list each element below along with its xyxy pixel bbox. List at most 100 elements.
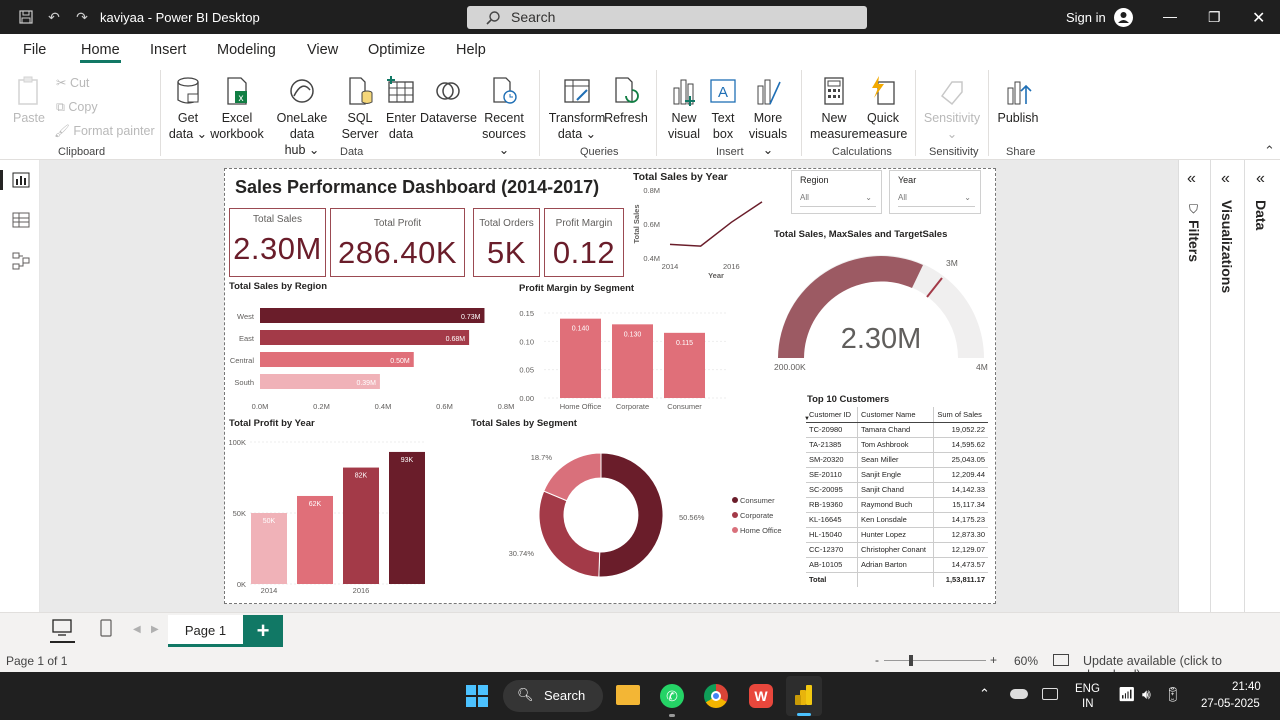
- volume-icon[interactable]: 🔊︎: [1142, 686, 1151, 703]
- year-slicer[interactable]: Year All ⌄: [889, 170, 981, 214]
- sales-gauge[interactable]: 2.30M 200.00K 4M 3M: [770, 242, 995, 377]
- sales-by-region-bar-chart[interactable]: West 0.73M East 0.68M Central 0.50M South 0.39M…: [226, 296, 516, 412]
- menu-insert[interactable]: Insert: [150, 42, 186, 58]
- quick-measure-button[interactable]: Quick measure: [858, 76, 908, 142]
- kpi-profit-margin[interactable]: Profit Margin 0.12: [544, 208, 624, 277]
- table-row[interactable]: SM-20320 Sean Miller 25,043.05: [806, 452, 988, 468]
- keyboard-icon[interactable]: [1042, 688, 1058, 700]
- table-row[interactable]: TA-21385 Tom Ashbrook 14,595.62: [806, 437, 988, 453]
- new-visual-button[interactable]: New visual: [664, 76, 704, 142]
- customers-table[interactable]: Customer ID Customer Name Sum of Sales T…: [806, 407, 988, 587]
- get-data-button[interactable]: Get data ⌄: [168, 76, 208, 142]
- table-row[interactable]: SC-20095 Sanjit Chand 14,142.33: [806, 482, 988, 498]
- next-page-icon[interactable]: ▶: [151, 624, 159, 635]
- text-box-button[interactable]: A Text box: [704, 76, 742, 142]
- fit-to-page-icon[interactable]: [1053, 654, 1069, 666]
- dataverse-button[interactable]: Dataverse: [420, 76, 477, 126]
- account-icon[interactable]: [1114, 8, 1133, 27]
- menu-help[interactable]: Help: [456, 42, 486, 58]
- menu-optimize[interactable]: Optimize: [368, 42, 425, 58]
- save-icon[interactable]: [18, 9, 34, 25]
- excel-workbook-button[interactable]: x Excel workbook: [208, 76, 266, 142]
- region-slicer[interactable]: Region All ⌄: [791, 170, 882, 214]
- clock-time[interactable]: 21:40: [1232, 681, 1261, 693]
- expand-filters-icon[interactable]: «: [1187, 170, 1196, 188]
- zoom-out-button[interactable]: -: [875, 653, 879, 667]
- kpi-total-sales[interactable]: Total Sales 2.30M: [229, 208, 326, 277]
- zoom-slider[interactable]: [884, 660, 986, 661]
- year-dropdown[interactable]: All ⌄: [898, 191, 975, 207]
- copy-button[interactable]: ⧉ Copy: [56, 99, 98, 115]
- region-dropdown[interactable]: All ⌄: [800, 191, 876, 207]
- transform-data-button[interactable]: Transform data ⌄: [548, 76, 606, 142]
- menu-view[interactable]: View: [307, 42, 338, 58]
- page-tab-1[interactable]: Page 1: [168, 615, 243, 647]
- mobile-layout-icon[interactable]: [100, 619, 112, 637]
- sort-desc-icon[interactable]: ▼: [804, 416, 810, 422]
- taskbar-search[interactable]: 🔍︎ Search: [503, 680, 603, 712]
- wps-office-icon[interactable]: W: [749, 684, 773, 708]
- format-painter-button[interactable]: 🖌 Format painter: [54, 123, 155, 139]
- sales-by-segment-donut[interactable]: 50.56% Consumer 30.74% Corporate 18.7% Home O…: [500, 440, 800, 590]
- new-measure-button[interactable]: New measure: [810, 76, 859, 142]
- table-row[interactable]: RB-19360 Raymond Buch 15,117.34: [806, 497, 988, 513]
- cut-button[interactable]: ✂ Cut: [56, 75, 89, 91]
- zoom-in-button[interactable]: +: [990, 653, 997, 667]
- desktop-layout-icon[interactable]: [52, 619, 72, 637]
- column-header-sum-of-sales[interactable]: Sum of Sales: [933, 407, 988, 423]
- visualizations-pane-tab[interactable]: Visualizations: [1219, 200, 1235, 293]
- table-row[interactable]: HL-15040 Hunter Lopez 12,873.30: [806, 527, 988, 543]
- refresh-button[interactable]: Refresh: [604, 76, 648, 126]
- expand-visualizations-icon[interactable]: «: [1221, 170, 1230, 188]
- whatsapp-icon[interactable]: ✆: [660, 684, 684, 708]
- sql-server-button[interactable]: SQL Server: [340, 76, 380, 142]
- language-code[interactable]: ENG: [1075, 683, 1100, 695]
- restore-button[interactable]: ❐: [1208, 9, 1221, 26]
- show-hidden-icons[interactable]: ⌃: [979, 686, 990, 702]
- sign-in-link[interactable]: Sign in: [1066, 10, 1106, 25]
- menu-modeling[interactable]: Modeling: [217, 42, 276, 58]
- expand-data-icon[interactable]: «: [1256, 170, 1265, 188]
- column-header-customer-name[interactable]: Customer Name: [856, 407, 934, 423]
- onelake-button[interactable]: OneLake data hub ⌄: [264, 76, 340, 158]
- kpi-total-orders[interactable]: Total Orders 5K: [473, 208, 540, 277]
- menu-file[interactable]: File: [23, 42, 46, 58]
- redo-icon[interactable]: ↷: [74, 9, 90, 25]
- search-box[interactable]: Search: [467, 6, 867, 29]
- enter-data-button[interactable]: Enter data: [382, 76, 420, 142]
- chrome-icon[interactable]: [704, 684, 728, 708]
- model-view-icon[interactable]: [12, 252, 30, 270]
- zoom-slider-thumb[interactable]: [909, 655, 913, 666]
- region-code[interactable]: IN: [1082, 698, 1094, 710]
- minimize-button[interactable]: —: [1163, 8, 1177, 24]
- table-row[interactable]: CC-12370 Christopher Conant 12,129.07: [806, 542, 988, 558]
- kpi-total-profit[interactable]: Total Profit 286.40K: [330, 208, 465, 277]
- paste-button[interactable]: Paste: [12, 76, 46, 126]
- filters-pane-tab[interactable]: Filters: [1186, 220, 1202, 262]
- collapse-ribbon-icon[interactable]: ⌃: [1264, 143, 1275, 159]
- table-row[interactable]: KL-16645 Ken Lonsdale 14,175.23: [806, 512, 988, 528]
- column-header-customer-id[interactable]: Customer ID: [806, 407, 858, 423]
- sensitivity-button[interactable]: Sensitivity ⌄: [922, 76, 982, 142]
- power-bi-taskbar-button[interactable]: [786, 676, 822, 716]
- clock-date[interactable]: 27-05-2025: [1201, 698, 1260, 710]
- more-visuals-button[interactable]: More visuals ⌄: [742, 76, 794, 158]
- table-row[interactable]: TC-20980 Tamara Chand 19,052.22: [806, 422, 988, 438]
- profit-margin-bar-chart[interactable]: 0.00 0.05 0.10 0.15 0.140 Home Office 0.130 Cor…: [512, 300, 732, 414]
- sales-by-year-line-chart[interactable]: 0.4M 0.6M 0.8M 2014 2016Year Total Sales: [630, 182, 770, 282]
- onedrive-icon[interactable]: [1010, 689, 1028, 699]
- publish-button[interactable]: Publish: [996, 76, 1040, 126]
- wifi-icon[interactable]: 📶︎: [1118, 686, 1136, 703]
- file-explorer-icon[interactable]: [616, 685, 640, 705]
- add-page-button[interactable]: +: [243, 615, 283, 647]
- table-row[interactable]: SE-20110 Sanjit Engle 12,209.44: [806, 467, 988, 483]
- close-button[interactable]: ✕: [1252, 8, 1265, 28]
- data-pane-tab[interactable]: Data: [1253, 200, 1269, 230]
- table-row[interactable]: AB-10105 Adrian Barton 14,473.57: [806, 557, 988, 573]
- recent-sources-button[interactable]: Recent sources ⌄: [476, 76, 532, 158]
- undo-icon[interactable]: ↶: [46, 9, 62, 25]
- menu-home[interactable]: Home: [81, 42, 120, 58]
- profit-by-year-bar-chart[interactable]: 0K 50K 100K 50K 62K 82K 93K 2014 2016: [226, 432, 446, 598]
- windows-start-icon[interactable]: [465, 684, 489, 708]
- table-view-icon[interactable]: [12, 212, 30, 228]
